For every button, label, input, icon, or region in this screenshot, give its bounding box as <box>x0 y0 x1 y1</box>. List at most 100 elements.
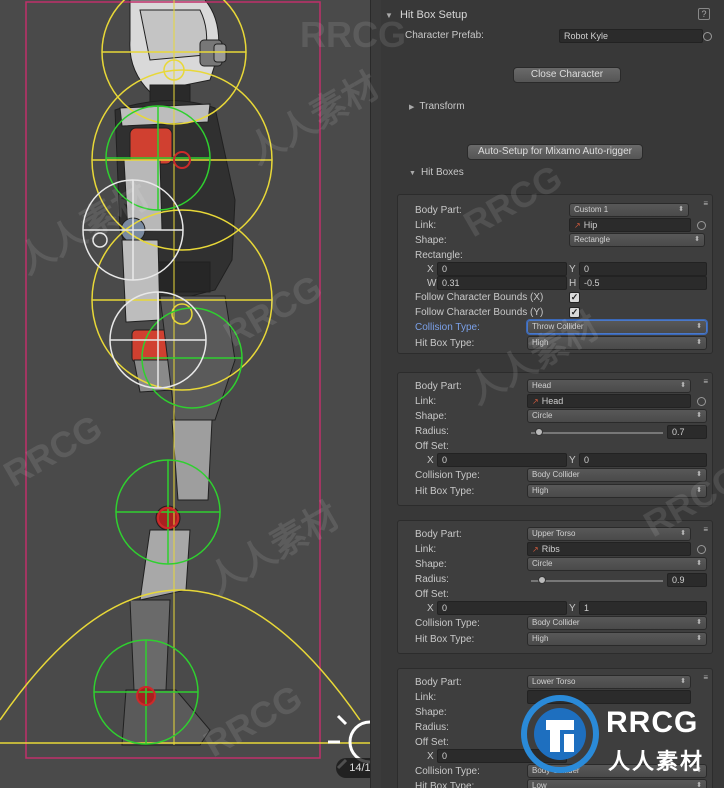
object-picker-icon[interactable] <box>697 545 706 554</box>
help-icon[interactable]: ? <box>698 8 710 20</box>
rect-y-label: Y <box>569 264 576 275</box>
radius-slider-track[interactable] <box>531 432 663 434</box>
radius-field[interactable]: 0.7 <box>667 425 707 439</box>
list-menu-icon[interactable]: ≡ <box>703 673 708 682</box>
character-prefab-label: Character Prefab: <box>405 30 484 41</box>
body-part-label: Body Part: <box>415 529 462 540</box>
list-menu-icon[interactable]: ≡ <box>703 377 708 386</box>
link-field[interactable]: ↗ Hip <box>569 218 691 232</box>
transform-icon: ↗ <box>574 221 581 230</box>
collision-type-label: Collision Type: <box>415 618 480 629</box>
auto-setup-button[interactable]: Auto-Setup for Mixamo Auto-rigger <box>467 144 643 160</box>
logo-brand-text: RRCG <box>606 706 699 739</box>
object-picker-icon[interactable] <box>703 32 712 41</box>
shape-label: Shape: <box>415 411 447 422</box>
scene-canvas <box>0 0 370 770</box>
link-label: Link: <box>415 692 437 703</box>
collision-type-dropdown[interactable]: Body Collider ⬍ <box>527 616 707 630</box>
collision-type-dropdown[interactable]: Body Collider ⬍ <box>527 468 707 482</box>
page-counter: 14/15 <box>336 758 370 778</box>
collision-type-label: Collision Type: <box>415 322 480 333</box>
hit-box-type-value: High <box>532 486 549 495</box>
offset-y-label: Y <box>569 603 576 614</box>
hit-box-type-label: Hit Box Type: <box>415 338 475 349</box>
body-part-dropdown[interactable]: Upper Torso ⬍ <box>527 527 691 541</box>
shape-dropdown[interactable]: Circle ⬍ <box>527 409 707 423</box>
collapse-arrow-icon[interactable]: ▼ <box>385 11 393 20</box>
dropdown-arrow-icon: ⬍ <box>696 471 702 478</box>
link-label: Link: <box>415 220 437 231</box>
collision-type-label: Collision Type: <box>415 766 480 777</box>
list-menu-icon[interactable]: ≡ <box>703 525 708 534</box>
dropdown-arrow-icon: ⬍ <box>680 530 686 537</box>
follow-y-label: Follow Character Bounds (Y) <box>415 307 544 318</box>
shape-value: Circle <box>532 559 553 568</box>
body-part-value: Head <box>532 381 552 390</box>
collision-type-value: Body Collider <box>532 470 580 479</box>
rect-w-label: W <box>427 278 437 289</box>
body-part-dropdown[interactable]: Head ⬍ <box>527 379 691 393</box>
shape-label: Shape: <box>415 707 447 718</box>
follow-x-checkbox[interactable]: ✓ <box>569 292 580 303</box>
hit-box-type-label: Hit Box Type: <box>415 781 475 788</box>
rect-h-field[interactable]: -0.5 <box>579 276 707 290</box>
hit-box-type-dropdown[interactable]: High ⬍ <box>527 336 707 350</box>
logo-cn-text: 人人素材 <box>608 749 705 774</box>
dropdown-arrow-icon: ⬍ <box>696 619 702 626</box>
body-part-dropdown[interactable]: Custom 1 ⬍ <box>569 203 689 217</box>
link-field[interactable]: ↗ Ribs <box>527 542 691 556</box>
follow-y-checkbox[interactable]: ✓ <box>569 307 580 318</box>
hit-boxes-foldout[interactable]: ▼ Hit Boxes <box>409 167 464 178</box>
rectangle-label: Rectangle: <box>415 250 463 261</box>
hit-box-type-label: Hit Box Type: <box>415 486 475 497</box>
shape-dropdown[interactable]: Rectangle ⬍ <box>569 233 705 247</box>
character-prefab-field[interactable]: Robot Kyle <box>559 29 703 43</box>
offset-y-field[interactable]: 0 <box>579 453 707 467</box>
dropdown-arrow-icon: ⬍ <box>696 339 702 346</box>
radius-label: Radius: <box>415 722 449 733</box>
hit-box-type-dropdown[interactable]: High ⬍ <box>527 632 707 646</box>
transform-foldout[interactable]: ▶ Transform <box>409 101 465 112</box>
link-field[interactable]: ↗ Head <box>527 394 691 408</box>
transform-icon: ↗ <box>532 397 539 406</box>
radius-field[interactable]: 0.9 <box>667 573 707 587</box>
scene-view[interactable]: 14/15 <box>0 0 370 788</box>
rect-w-field[interactable]: 0.31 <box>437 276 567 290</box>
offset-x-field[interactable]: 0 <box>437 601 567 615</box>
shape-dropdown[interactable]: Circle ⬍ <box>527 557 707 571</box>
offset-y-field[interactable]: 1 <box>579 601 707 615</box>
radius-label: Radius: <box>415 574 449 585</box>
close-character-button[interactable]: Close Character <box>513 67 621 83</box>
dropdown-arrow-icon: ⬍ <box>680 382 686 389</box>
dropdown-arrow-icon: ⬍ <box>678 206 684 213</box>
link-value: Head <box>541 396 564 406</box>
hit-box-type-label: Hit Box Type: <box>415 634 475 645</box>
body-part-label: Body Part: <box>415 677 462 688</box>
offset-x-label: X <box>427 455 434 466</box>
link-value: Hip <box>583 220 598 230</box>
rect-y-field[interactable]: 0 <box>579 262 707 276</box>
hit-box-type-dropdown[interactable]: High ⬍ <box>527 484 707 498</box>
object-picker-icon[interactable] <box>697 397 706 406</box>
dropdown-arrow-icon: ⬍ <box>696 635 702 642</box>
collision-type-value: Throw Collider <box>532 322 584 331</box>
radius-slider-thumb[interactable] <box>534 428 543 436</box>
object-picker-icon[interactable] <box>697 221 706 230</box>
rect-x-field[interactable]: 0 <box>437 262 567 276</box>
offset-x-label: X <box>427 603 434 614</box>
rrcg-logo: RRCG 人人素材 <box>520 686 724 788</box>
list-menu-icon[interactable]: ≡ <box>703 199 708 208</box>
dropdown-arrow-icon: ⬍ <box>694 236 700 243</box>
hit-box-type-value: High <box>532 634 549 643</box>
radius-slider-thumb[interactable] <box>537 576 546 584</box>
collision-type-dropdown[interactable]: Throw Collider ⬍ <box>527 320 707 334</box>
radius-slider-track[interactable] <box>531 580 663 582</box>
body-part-value: Lower Torso <box>532 677 576 686</box>
dropdown-arrow-icon: ⬍ <box>696 323 702 330</box>
collision-type-value: Body Collider <box>532 618 580 627</box>
dropdown-arrow-icon: ⬍ <box>696 412 702 419</box>
component-header[interactable]: ▼ Hit Box Setup <box>385 6 467 24</box>
transform-icon: ↗ <box>532 545 539 554</box>
shape-value: Circle <box>532 411 553 420</box>
offset-x-field[interactable]: 0 <box>437 453 567 467</box>
